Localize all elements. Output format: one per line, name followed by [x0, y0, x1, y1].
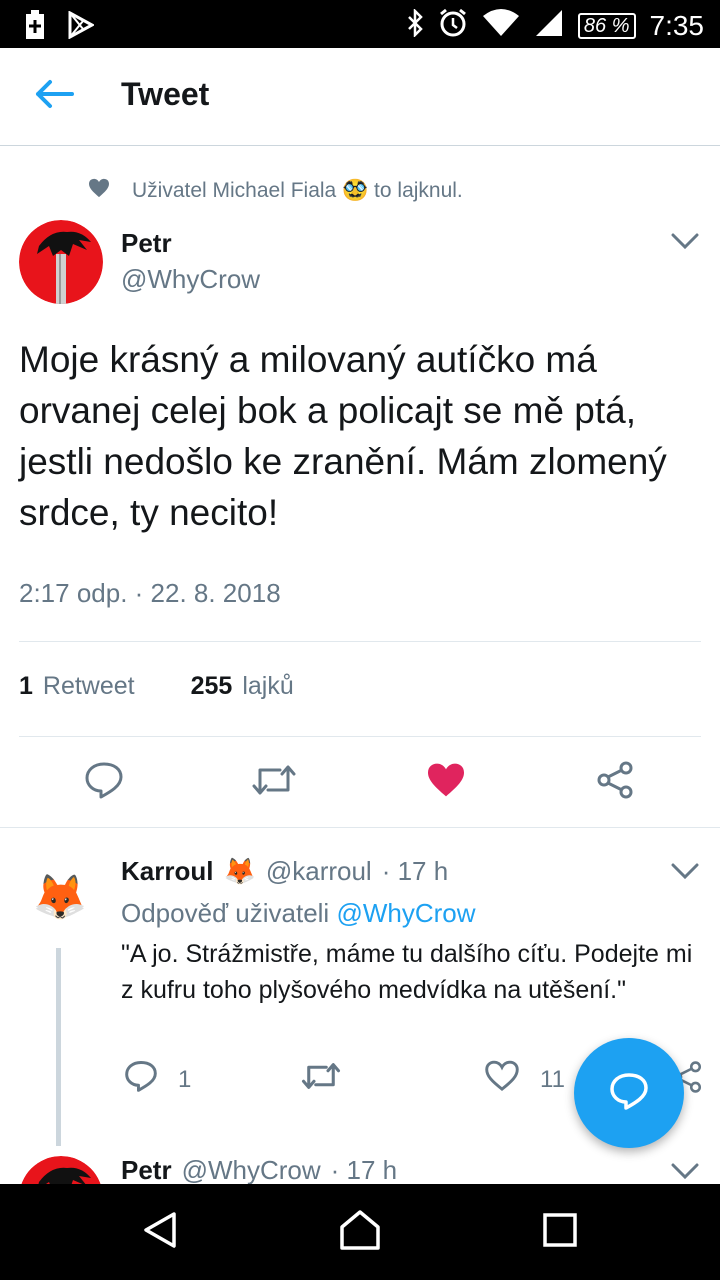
reply-options-button[interactable] [668, 862, 702, 884]
like-count: 255 [190, 672, 233, 700]
arrow-left-icon [34, 79, 74, 114]
retweet-stat[interactable]: 1 Retweet [19, 672, 135, 701]
retweet-button[interactable] [250, 758, 298, 806]
page-title: Tweet [121, 76, 210, 112]
share-icon [596, 760, 636, 805]
nav-recents-button[interactable] [536, 1208, 584, 1256]
reply-reply-button[interactable]: 1 [124, 1060, 191, 1099]
retweet-count: 1 [19, 672, 33, 700]
clock: 7:35 [649, 9, 705, 41]
reply-header: Karroul 🦊 @karroul · 17 h [121, 856, 448, 887]
reply-button[interactable] [80, 758, 128, 806]
reply-like-button[interactable]: 11 [484, 1060, 565, 1099]
tweet-timestamp: 2:17 odp. · 22. 8. 2018 [19, 578, 281, 608]
plus-box-icon [24, 10, 46, 45]
bluetooth-icon [406, 7, 424, 42]
tweet-options-button[interactable] [668, 232, 702, 254]
social-context: Uživatel Michael Fiala 🥸 to lajknul. [88, 178, 463, 204]
divider [19, 641, 701, 642]
next-tweet-header: Petr @WhyCrow · 17 h [121, 1155, 397, 1186]
signal-icon [534, 8, 564, 43]
status-bar: 86 % 7:35 [0, 0, 720, 48]
social-context-text: Uživatel Michael Fiala 🥸 to lajknul. [132, 179, 463, 202]
chevron-down-icon [671, 862, 699, 885]
chevron-down-icon [671, 232, 699, 255]
like-label: lajků [242, 672, 294, 700]
nav-back-button[interactable] [136, 1208, 184, 1256]
heart-outline-icon [484, 1060, 520, 1099]
tweet-actions [0, 758, 720, 806]
divider [19, 736, 701, 737]
tweet-stats: 1 Retweet 255 lajků [19, 672, 294, 701]
reply-text: "A jo. Strážmistře, máme tu dalšího cíťu… [121, 940, 693, 1004]
reply-time: · 17 h [381, 856, 449, 886]
retweet-label: Retweet [42, 672, 135, 700]
compose-reply-button[interactable] [574, 1038, 684, 1148]
play-store-icon [68, 10, 96, 44]
reply-to-handle[interactable]: @WhyCrow [336, 898, 475, 928]
heart-filled-icon [426, 762, 466, 803]
nav-home-button[interactable] [336, 1208, 384, 1256]
reply-icon [124, 1060, 158, 1099]
next-tweet-time: · 17 h [330, 1155, 398, 1185]
avatar[interactable] [19, 220, 103, 304]
reply-retweet-button[interactable] [300, 1060, 342, 1099]
chevron-down-icon [671, 1162, 699, 1185]
reply-like-count: 11 [540, 1065, 565, 1093]
reply-reply-count: 1 [178, 1065, 192, 1093]
tweet-text: Moje krásný a milovaný autíčko má orvane… [19, 339, 667, 533]
like-stat[interactable]: 255 lajků [191, 672, 294, 701]
alarm-icon [438, 8, 468, 43]
reply-to-prefix: Odpověď uživateli [121, 898, 330, 928]
next-tweet-author-name[interactable]: Petr [121, 1155, 172, 1186]
compose-reply-icon [609, 1072, 649, 1115]
section-divider [0, 827, 720, 828]
system-nav-bar [0, 1184, 720, 1280]
reply-author-handle[interactable]: @karroul [266, 856, 372, 887]
heart-small-icon [88, 178, 110, 204]
next-tweet-options-button[interactable] [668, 1162, 702, 1184]
back-triangle-icon [140, 1210, 180, 1255]
home-icon [338, 1209, 382, 1256]
retweet-icon [250, 762, 298, 803]
next-tweet-author-handle[interactable]: @WhyCrow [182, 1155, 321, 1186]
reply-to-context: Odpověď uživateli @WhyCrow [121, 898, 476, 929]
app-header: Tweet [0, 48, 720, 146]
wifi-icon [482, 8, 520, 43]
reply-author-emoji: 🦊 [223, 856, 256, 886]
author-handle[interactable]: @WhyCrow [121, 264, 260, 295]
reply-icon [84, 761, 124, 804]
battery-indicator: 86 % [577, 12, 636, 39]
author-name[interactable]: Petr [121, 228, 172, 259]
reply-author-name[interactable]: Karroul [121, 856, 213, 887]
like-button[interactable] [422, 758, 470, 806]
recents-icon [542, 1212, 578, 1253]
reply-avatar[interactable]: 🦊 [32, 870, 88, 926]
back-button[interactable] [30, 76, 78, 116]
retweet-icon [300, 1060, 342, 1099]
share-button[interactable] [592, 758, 640, 806]
thread-line [56, 948, 61, 1146]
